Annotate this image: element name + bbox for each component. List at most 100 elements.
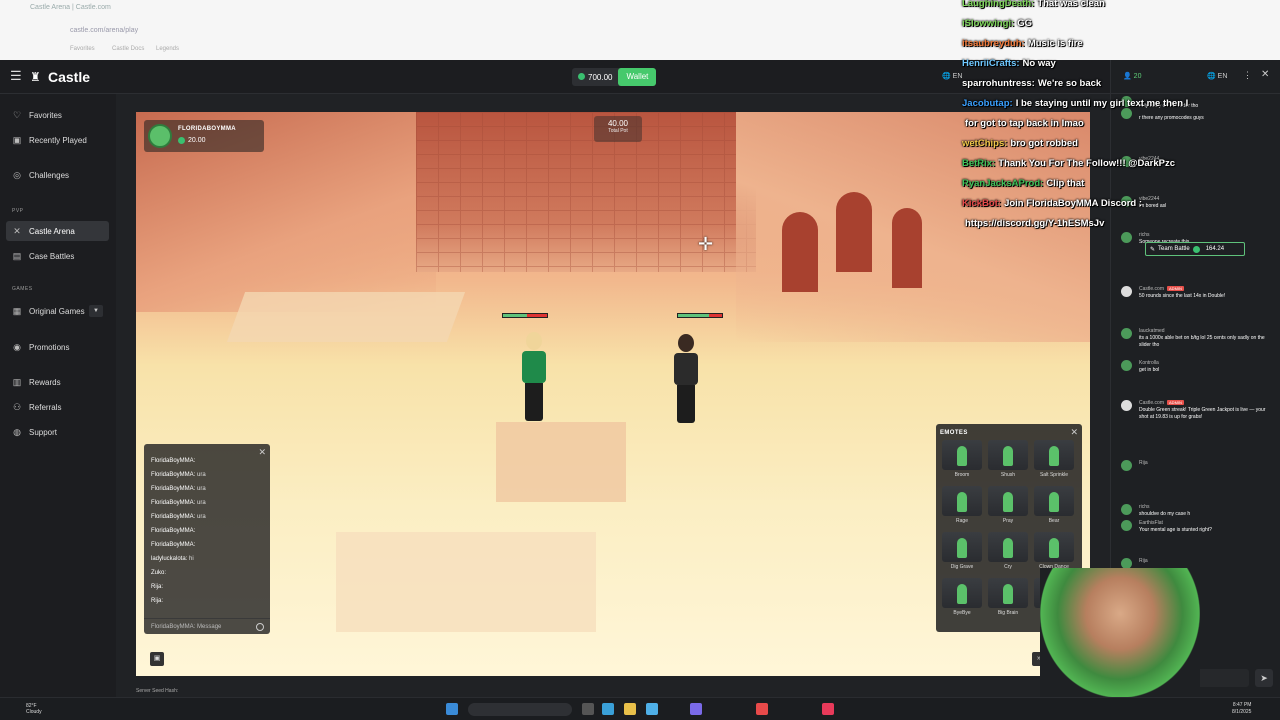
chat-message: Rija xyxy=(1121,460,1271,490)
coin-icon xyxy=(178,137,185,144)
sidebar-item-castle-arena[interactable]: ✕ Castle Arena xyxy=(6,221,109,241)
brand-name: Castle xyxy=(48,69,91,85)
obs-icon[interactable] xyxy=(822,703,834,715)
sidebar-item-rewards[interactable]: ▥ Rewards xyxy=(6,372,109,392)
game-chat-input[interactable]: FloridaBoyMMA: Message xyxy=(144,618,270,634)
language-selector[interactable]: 🌐 EN xyxy=(942,72,962,80)
sidebar-item-referrals[interactable]: ⚇ Referrals xyxy=(6,397,109,417)
chat-message: EarthisFlat Your mental age is stunted ri… xyxy=(1121,520,1271,550)
castle-logo[interactable]: ♜ Castle xyxy=(30,69,90,85)
sidebar-item-promotions[interactable]: ◉ Promotions xyxy=(6,337,109,357)
sidebar-item-case-battles[interactable]: ▤ Case Battles xyxy=(6,246,109,266)
emote-button[interactable]: Broom xyxy=(942,440,982,480)
emote-button[interactable]: Big Brain xyxy=(988,578,1028,618)
chat-username[interactable]: Castle.com ADMIN xyxy=(1139,400,1184,406)
total-pot: 40.00 Total Pot xyxy=(594,116,642,142)
arena-game-canvas[interactable]: FLORIDABOYMMA 20.00 40.00 Total Pot ✕ Fl… xyxy=(136,112,1090,676)
emote-button[interactable]: Rage xyxy=(942,486,982,526)
health-fill xyxy=(503,314,528,317)
bookmark-item[interactable]: Castle Docs xyxy=(112,46,144,52)
avatar[interactable] xyxy=(1121,460,1132,471)
emote-button[interactable]: Cry xyxy=(988,532,1028,572)
emoji-icon[interactable] xyxy=(256,623,264,631)
avatar[interactable] xyxy=(1121,328,1132,339)
stream-chat-line: KickBot: Join FloridaBoyMMA Discord : xyxy=(962,198,1142,209)
emote-figure xyxy=(1049,492,1059,512)
emote-preview xyxy=(1034,486,1074,516)
chat-username[interactable]: richs xyxy=(1139,504,1150,510)
explorer-icon[interactable] xyxy=(624,703,636,715)
castle-logo-icon: ♜ xyxy=(30,70,41,84)
game-chat-line: FloridaBoyMMA: ura xyxy=(151,472,206,478)
emote-button[interactable]: Shush xyxy=(988,440,1028,480)
stream-chat-line: https://discord.gg/Y-1hESMsJv xyxy=(965,218,1105,229)
os-taskbar: 82°F Cloudy 8:47 PM 8/1/2025 xyxy=(0,697,1280,720)
heart-icon: ♡ xyxy=(12,109,22,120)
bookmark-item[interactable]: Legends xyxy=(156,46,179,52)
emotes-title: EMOTES xyxy=(940,430,968,436)
wallet-balance[interactable]: 700.00 Wallet xyxy=(572,68,657,86)
sidebar-item-recently-played[interactable]: ▣ Recently Played xyxy=(6,130,109,150)
emote-figure xyxy=(957,538,967,558)
player-card: FLORIDABOYMMA 20.00 xyxy=(144,120,264,152)
chat-text: shouldve do my case h xyxy=(1139,511,1191,517)
app-icon[interactable] xyxy=(646,703,658,715)
sidebar-item-support[interactable]: ◍ Support xyxy=(6,422,109,442)
close-icon[interactable]: ✕ xyxy=(258,447,266,458)
sidebar-item-original-games[interactable]: ▦ Original Games ▼ xyxy=(6,301,109,321)
chat-username[interactable]: Rija xyxy=(1139,558,1148,564)
emote-label: ByeBye xyxy=(953,610,971,616)
browser-tab[interactable]: Castle Arena | Castle.com xyxy=(30,4,111,11)
emote-button[interactable]: Pray xyxy=(988,486,1028,526)
expand-icon[interactable]: ▣ xyxy=(150,652,164,666)
chat-username[interactable]: Castle.com ADMIN xyxy=(1139,286,1184,292)
app-icon[interactable] xyxy=(690,703,702,715)
gift-icon: ▥ xyxy=(12,376,22,387)
weather-widget[interactable]: 82°F Cloudy xyxy=(26,703,42,715)
chevron-down-icon[interactable]: ▼ xyxy=(89,305,103,317)
avatar[interactable] xyxy=(1121,360,1132,371)
sidebar-item-favorites[interactable]: ♡ Favorites xyxy=(6,105,109,125)
wallet-button[interactable]: Wallet xyxy=(618,68,657,86)
chat-username[interactable]: EarthisFlat xyxy=(1139,520,1163,526)
avatar[interactable] xyxy=(1121,520,1132,531)
taskview-icon[interactable] xyxy=(582,703,594,715)
game-chat-panel: ✕ FloridaBoyMMA: FloridaBoyMMA: ura Flori… xyxy=(144,444,270,634)
floor-tile xyxy=(336,532,596,632)
chat-username[interactable]: Rija xyxy=(1139,460,1148,466)
chat-message: Castle.com ADMIN Double Green streak! Trip… xyxy=(1121,400,1271,430)
emote-preview xyxy=(942,578,982,608)
emote-figure xyxy=(1003,492,1013,512)
chat-username[interactable]: lauckatmed xyxy=(1139,328,1165,334)
sidebar-item-challenges[interactable]: ◎ Challenges xyxy=(6,165,109,185)
bookmark-item[interactable]: Favorites xyxy=(70,46,95,52)
chat-message: Castle.com ADMIN 50 rounds since the last … xyxy=(1121,286,1271,316)
target-icon: ◎ xyxy=(13,169,21,180)
hamburger-menu-icon[interactable]: ☰ xyxy=(10,69,22,82)
emote-button[interactable]: ByeBye xyxy=(942,578,982,618)
app-icon[interactable] xyxy=(756,703,768,715)
chat-username[interactable]: Kontrolla xyxy=(1139,360,1159,366)
avatar[interactable] xyxy=(1121,504,1132,515)
emote-button[interactable]: Salt Sprinkle xyxy=(1034,440,1074,480)
start-menu-icon[interactable] xyxy=(446,703,458,715)
chat-text: 50 rounds since the last 14x in Double! xyxy=(1139,293,1226,299)
send-icon[interactable]: ➤ xyxy=(1255,669,1273,687)
avatar xyxy=(148,124,172,148)
balance-amount: 700.00 xyxy=(588,72,613,82)
avatar[interactable] xyxy=(1121,286,1132,297)
emote-button[interactable]: Bear xyxy=(1034,486,1074,526)
emote-figure xyxy=(1003,446,1013,466)
emote-button[interactable]: Dig Grave xyxy=(942,532,982,572)
close-icon[interactable]: ✕ xyxy=(1070,427,1078,438)
stream-chat-line: for got to tap back in Imao xyxy=(965,118,1084,129)
player-name: FLORIDABOYMMA xyxy=(178,126,236,132)
browser-icon[interactable] xyxy=(602,703,614,715)
avatar[interactable] xyxy=(1121,400,1132,411)
emote-button[interactable]: Clown Dance xyxy=(1034,532,1074,572)
stream-chat-line: LaughingDeath: That was clean xyxy=(962,0,1105,9)
taskbar-search[interactable] xyxy=(468,703,572,716)
browser-url-bar[interactable]: castle.com/arena/play xyxy=(70,27,138,34)
chat-text: its a 1000x able bet on b/tg lol 25 cent… xyxy=(1139,335,1265,348)
grid-icon: ▦ xyxy=(12,305,22,316)
